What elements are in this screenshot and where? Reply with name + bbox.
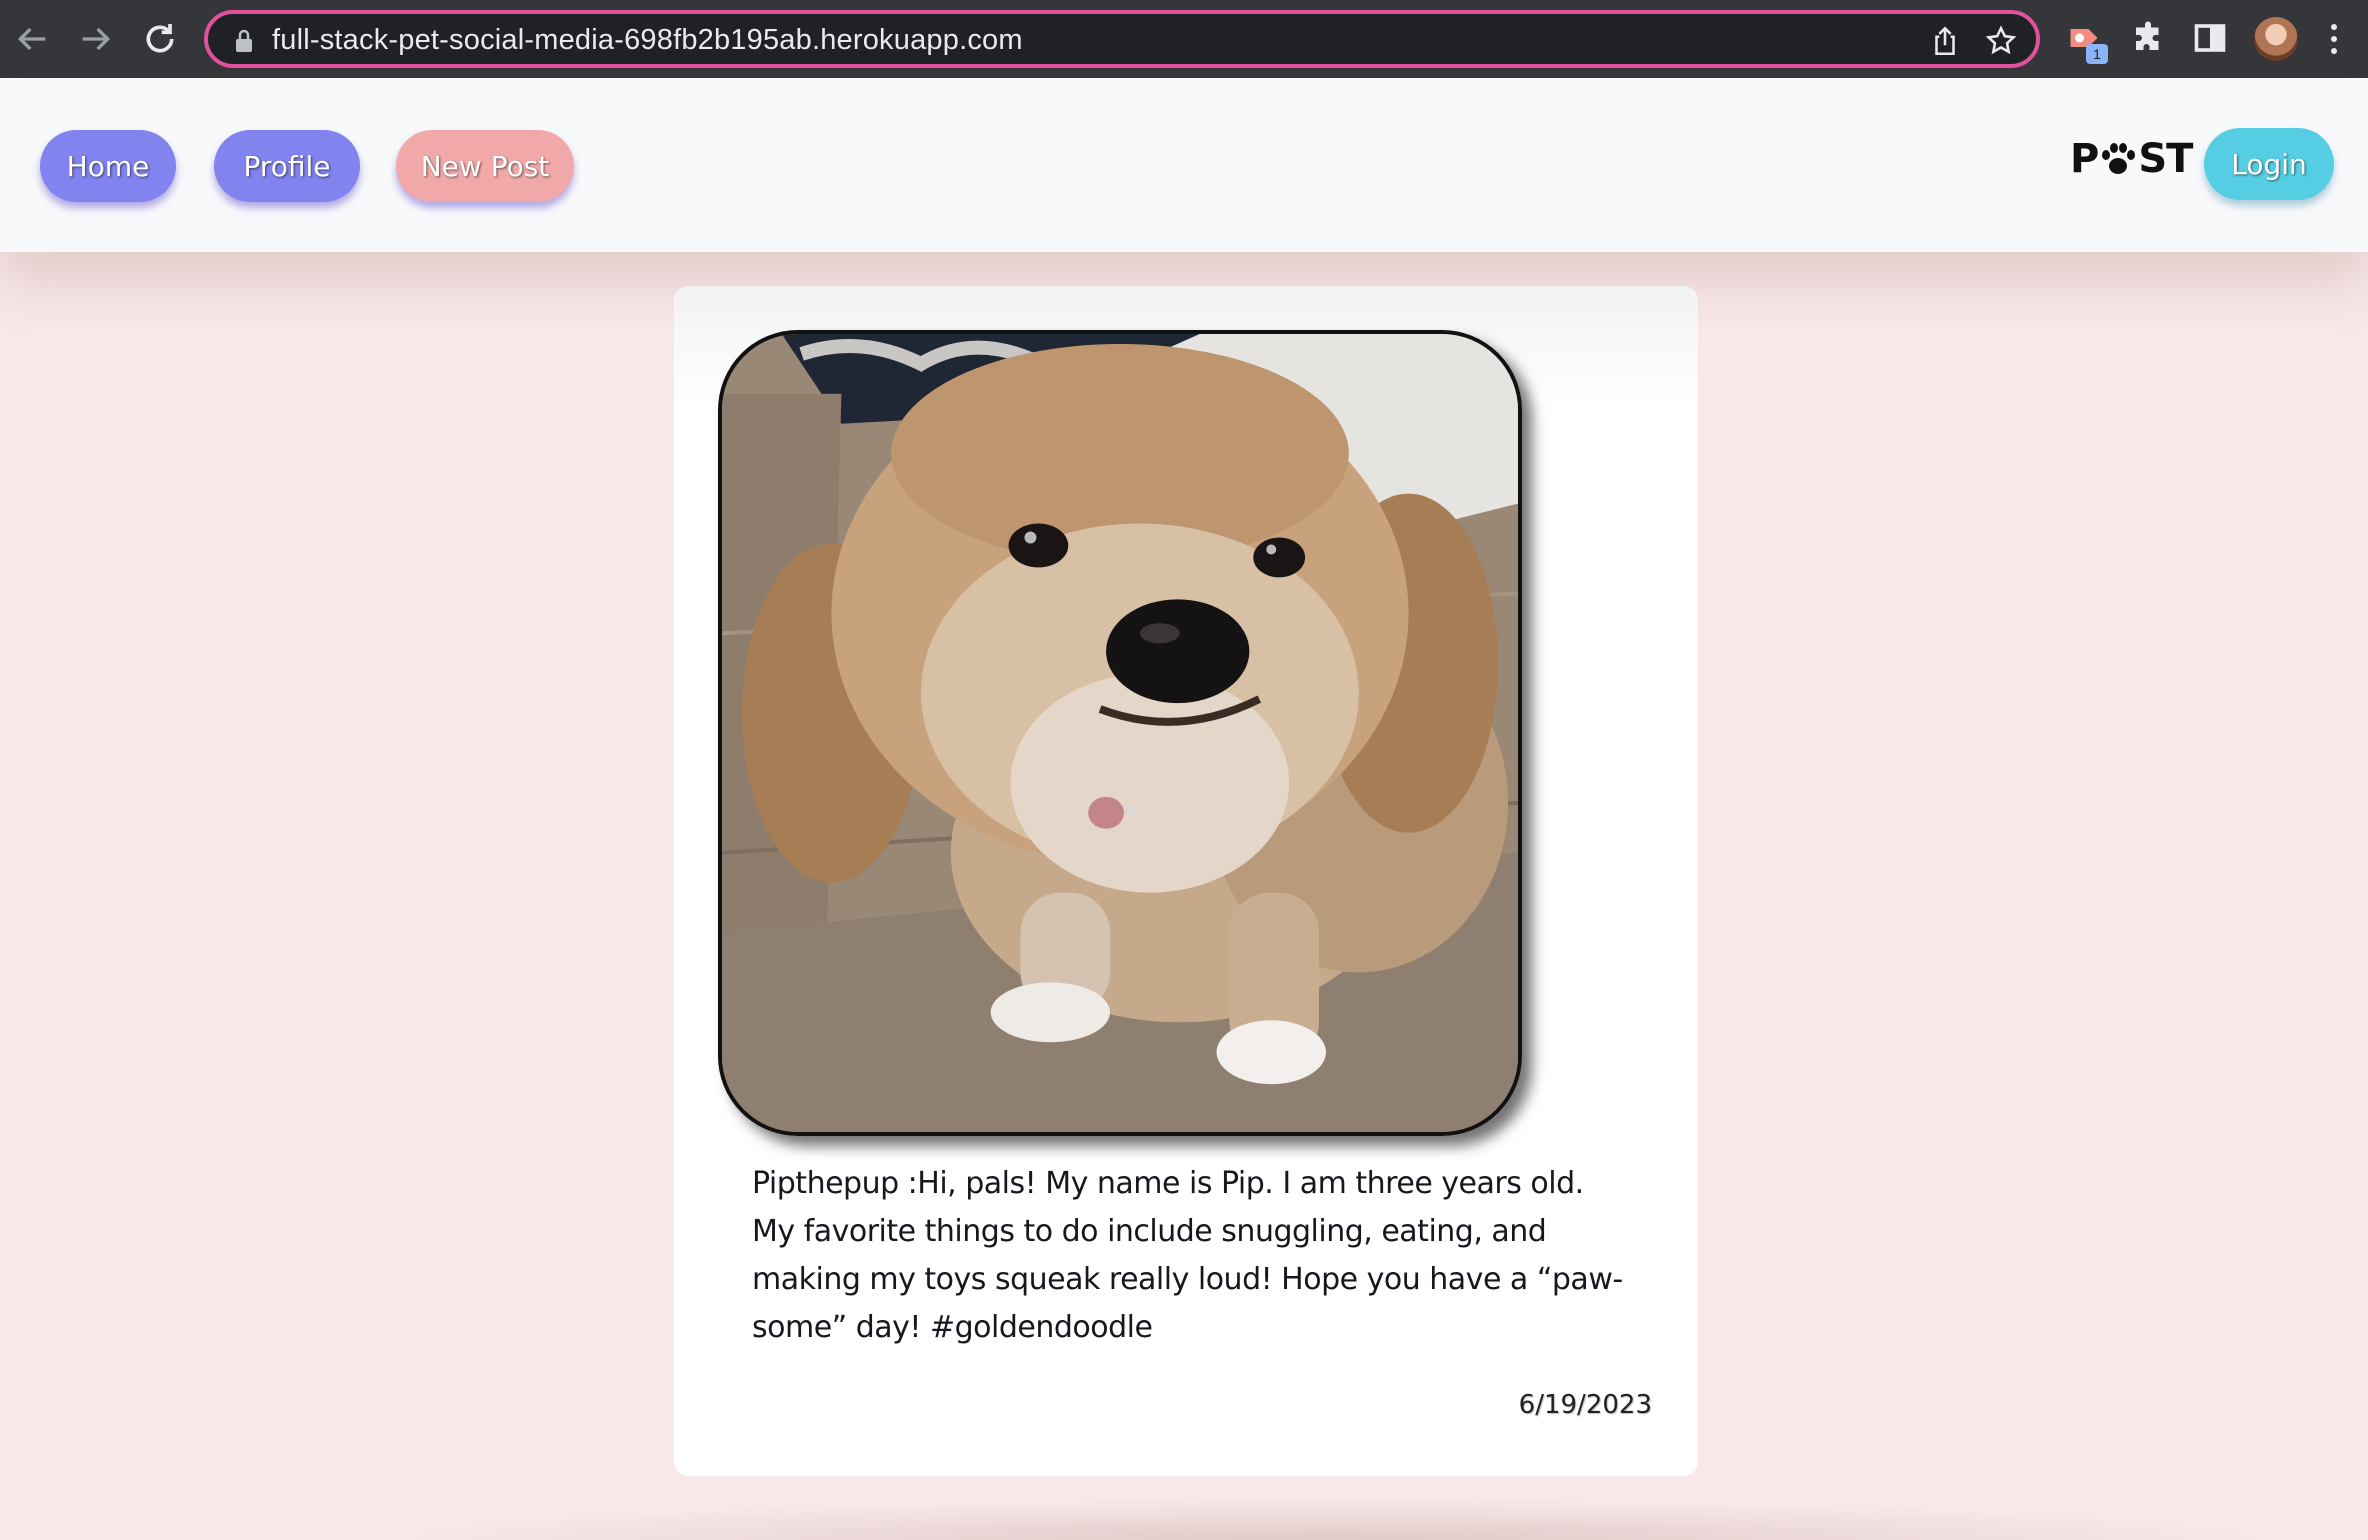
paw-icon — [2102, 143, 2136, 174]
profile-avatar[interactable] — [2254, 17, 2298, 61]
new-post-button[interactable]: New Post — [396, 130, 574, 202]
share-icon[interactable] — [1928, 24, 1962, 58]
profile-button[interactable]: Profile — [214, 130, 360, 202]
login-button[interactable]: Login — [2204, 128, 2334, 200]
home-button[interactable]: Home — [40, 130, 176, 202]
side-panel-icon[interactable] — [2192, 20, 2228, 56]
lock-icon[interactable] — [232, 27, 256, 55]
menu-dots-icon[interactable] — [2328, 20, 2340, 58]
puzzle-icon[interactable] — [2130, 20, 2166, 56]
logo-letter-p: P — [2070, 136, 2099, 182]
url-text[interactable]: full-stack-pet-social-media-698fb2b195ab… — [272, 24, 1023, 57]
forward-arrow-icon[interactable] — [76, 19, 116, 59]
post-date: 6/19/2023 — [1518, 1390, 1652, 1420]
browser-toolbar: full-stack-pet-social-media-698fb2b195ab… — [0, 0, 2368, 78]
site-navbar: Home Profile New Post P ST Login — [0, 78, 2368, 252]
next-card-shadow — [380, 1500, 2280, 1540]
back-arrow-icon[interactable] — [12, 19, 52, 59]
post-caption: Pipthepup :Hi, pals! My name is Pip. I a… — [752, 1166, 1623, 1345]
site-logo[interactable]: P ST — [2070, 134, 2193, 184]
address-bar[interactable]: full-stack-pet-social-media-698fb2b195ab… — [204, 10, 2040, 68]
post-card: Pipthepup :Hi, pals! My name is Pip. I a… — [674, 286, 1698, 1476]
bookmark-star-icon[interactable] — [1984, 24, 2018, 58]
post-photo — [718, 330, 1522, 1136]
reload-icon[interactable] — [140, 19, 180, 59]
logo-letters-st: ST — [2138, 136, 2193, 182]
dog-photo-illustration — [722, 334, 1518, 1132]
extension-badge: 1 — [2086, 44, 2108, 64]
